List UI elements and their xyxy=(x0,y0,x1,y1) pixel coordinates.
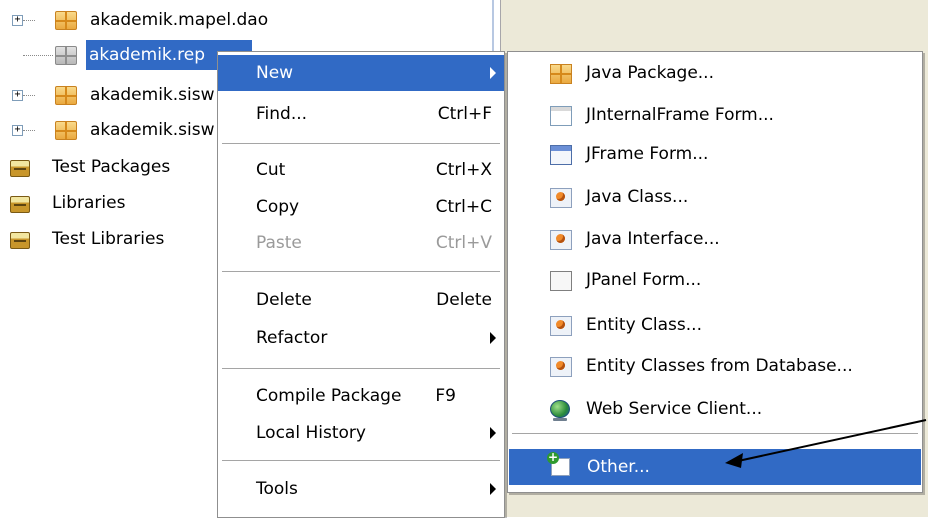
menu-item-delete[interactable]: Delete Delete xyxy=(218,282,504,318)
expand-icon[interactable]: + xyxy=(12,15,23,26)
tree-node-label: Test Packages xyxy=(52,157,171,177)
package-icon xyxy=(55,121,77,140)
submenu-item-label: Web Service Client... xyxy=(586,399,763,419)
menu-separator xyxy=(512,433,918,434)
menu-item-label: Copy xyxy=(256,197,300,217)
menu-item-cut[interactable]: Cut Ctrl+X xyxy=(218,152,504,188)
submenu-item-jpanel-form[interactable]: JPanel Form... xyxy=(508,262,922,298)
menu-item-compile-package[interactable]: Compile Package F9 xyxy=(218,378,504,414)
submenu-arrow-icon xyxy=(490,427,496,439)
tree-node-mapel-dao[interactable]: + akademik.mapel.dao xyxy=(0,5,492,35)
menu-item-copy[interactable]: Copy Ctrl+C xyxy=(218,189,504,225)
menu-separator xyxy=(222,460,500,461)
submenu-item-label: JInternalFrame Form... xyxy=(586,105,774,125)
tree-connector xyxy=(23,130,35,131)
menu-item-refactor[interactable]: Refactor xyxy=(218,320,504,356)
other-icon xyxy=(547,452,570,476)
expand-icon[interactable]: + xyxy=(12,90,23,101)
menu-item-label: Refactor xyxy=(256,328,328,348)
submenu-item-java-class[interactable]: Java Class... xyxy=(508,179,922,215)
tree-node-label: akademik.mapel.dao xyxy=(90,10,269,30)
context-menu: New Find... Ctrl+F Cut Ctrl+X Copy Ctrl+… xyxy=(217,51,505,518)
tree-node-label: akademik.sisw xyxy=(90,85,215,105)
tree-node-label: akademik.sisw xyxy=(90,120,215,140)
menu-item-paste[interactable]: Paste Ctrl+V xyxy=(218,225,504,261)
submenu-item-label: Entity Classes from Database... xyxy=(586,356,853,376)
menu-item-label: Tools xyxy=(256,479,298,499)
submenu-item-entity-class[interactable]: Entity Class... xyxy=(508,307,922,343)
menu-item-find[interactable]: Find... Ctrl+F xyxy=(218,96,504,132)
submenu-item-label: Java Class... xyxy=(586,187,689,207)
jar-icon xyxy=(10,232,30,249)
jpanel-icon xyxy=(550,271,572,291)
tree-connector xyxy=(23,95,35,96)
submenu-item-java-package[interactable]: Java Package... xyxy=(508,55,922,91)
submenu-arrow-icon xyxy=(490,67,496,79)
submenu-item-label: Entity Class... xyxy=(586,315,702,335)
menu-separator xyxy=(222,271,500,272)
submenu-item-java-interface[interactable]: Java Interface... xyxy=(508,221,922,257)
menu-item-tools[interactable]: Tools xyxy=(218,471,504,507)
menu-item-shortcut: Delete xyxy=(436,290,492,310)
submenu-arrow-icon xyxy=(490,483,496,495)
java-interface-icon xyxy=(550,230,572,250)
menu-item-shortcut: Ctrl+F xyxy=(437,104,492,124)
java-package-icon xyxy=(550,64,572,84)
jinternalframe-icon xyxy=(550,106,572,126)
submenu-item-label: Other... xyxy=(587,457,650,477)
menu-item-label: Compile Package xyxy=(256,386,402,406)
menu-item-label: Delete xyxy=(256,290,312,310)
menu-separator xyxy=(222,368,500,369)
expand-icon[interactable]: + xyxy=(12,125,23,136)
menu-item-local-history[interactable]: Local History xyxy=(218,415,504,451)
jar-icon xyxy=(10,196,30,213)
submenu-item-label: Java Package... xyxy=(586,63,714,83)
menu-item-shortcut: F9 xyxy=(435,386,456,406)
submenu-item-jinternalframe-form[interactable]: JInternalFrame Form... xyxy=(508,97,922,133)
menu-item-label: Find... xyxy=(256,104,308,124)
entity-class-icon xyxy=(550,316,572,336)
package-icon xyxy=(55,11,77,30)
submenu-arrow-icon xyxy=(490,332,496,344)
menu-item-shortcut: Ctrl+X xyxy=(435,160,492,180)
tree-node-label: Test Libraries xyxy=(52,229,165,249)
package-icon xyxy=(55,86,77,105)
jframe-icon xyxy=(550,145,572,165)
java-class-icon xyxy=(550,188,572,208)
submenu-item-label: JFrame Form... xyxy=(586,144,709,164)
submenu-item-entity-classes-from-database[interactable]: Entity Classes from Database... xyxy=(508,348,922,384)
entity-classes-db-icon xyxy=(550,357,572,377)
menu-item-shortcut: Ctrl+C xyxy=(435,197,492,217)
menu-separator xyxy=(222,143,500,144)
menu-item-new[interactable]: New xyxy=(218,55,504,91)
menu-item-label: Paste xyxy=(256,233,302,253)
tree-connector xyxy=(23,20,35,21)
menu-item-label: New xyxy=(256,63,294,83)
menu-item-label: Local History xyxy=(256,423,366,443)
jar-icon xyxy=(10,160,30,177)
web-service-client-icon xyxy=(550,400,570,421)
submenu-item-label: JPanel Form... xyxy=(586,270,702,290)
submenu-item-label: Java Interface... xyxy=(586,229,720,249)
new-submenu: Java Package... JInternalFrame Form... J… xyxy=(507,51,923,493)
menu-item-shortcut: Ctrl+V xyxy=(435,233,492,253)
submenu-item-other[interactable]: Other... xyxy=(509,449,921,485)
tree-connector xyxy=(23,55,53,56)
submenu-item-web-service-client[interactable]: Web Service Client... xyxy=(508,391,922,427)
empty-package-icon xyxy=(55,46,77,65)
submenu-item-jframe-form[interactable]: JFrame Form... xyxy=(508,136,922,172)
menu-item-label: Cut xyxy=(256,160,286,180)
tree-node-label: Libraries xyxy=(52,193,126,213)
